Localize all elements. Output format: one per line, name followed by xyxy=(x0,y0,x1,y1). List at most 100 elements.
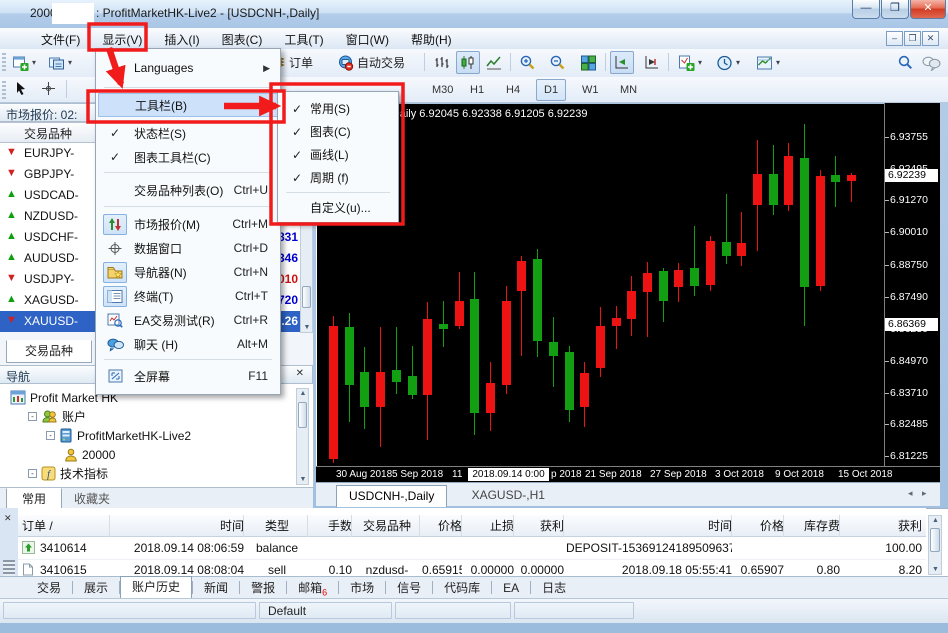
toolbar-handle[interactable] xyxy=(2,81,6,100)
column-header[interactable]: 类型 xyxy=(246,515,308,537)
scroll-thumb[interactable] xyxy=(298,402,307,428)
navigator-item-1[interactable]: -账户 xyxy=(28,407,86,426)
terminal-close-icon[interactable]: ✕ xyxy=(4,513,12,524)
chart-tab-1[interactable]: XAGUSD-,H1 xyxy=(460,485,557,506)
scroll-down-arrow[interactable]: ▼ xyxy=(930,566,941,573)
scroll-thumb[interactable] xyxy=(930,528,940,552)
window-minimize-button[interactable]: — xyxy=(852,0,880,19)
scroll-up-arrow[interactable]: ▲ xyxy=(298,390,308,397)
column-header[interactable]: 价格 xyxy=(422,515,462,537)
terminal-tab-3[interactable]: 新闻 xyxy=(193,578,239,598)
view-menu-item-13[interactable]: 聊天 (H)Alt+M xyxy=(98,332,278,356)
view-menu-item-4[interactable]: ✓图表工具栏(C) xyxy=(98,145,278,169)
terminal-tab-10[interactable]: 日志 xyxy=(531,578,577,598)
tab-scroll-right-icon[interactable]: ▸ xyxy=(922,488,927,499)
view-menu-item-2[interactable]: 工具栏(B) xyxy=(98,93,278,117)
column-header[interactable]: 库存费 xyxy=(786,515,840,537)
scroll-thumb[interactable] xyxy=(302,286,311,308)
terminal-tab-7[interactable]: 信号 xyxy=(386,578,432,598)
templates-button[interactable]: ▾ xyxy=(752,51,784,74)
menu-item-6[interactable]: 帮助(H) xyxy=(400,28,463,49)
toolbars-submenu-item-3[interactable]: ✓周期 (f) xyxy=(280,166,396,189)
menu-item-4[interactable]: 工具(T) xyxy=(273,28,334,49)
navigator-item-3[interactable]: 20000 xyxy=(64,445,115,464)
status-profile[interactable]: Default xyxy=(259,602,392,619)
view-menu-item-11[interactable]: 终端(T)Ctrl+T xyxy=(98,284,278,308)
new-chart-button[interactable]: ▾ xyxy=(8,51,40,74)
terminal-tab-8[interactable]: 代码库 xyxy=(433,578,491,598)
history-row-0[interactable]: 34106142018.09.14 08:06:59balanceDEPOSIT… xyxy=(18,537,926,560)
menu-item-2[interactable]: 插入(I) xyxy=(153,28,210,49)
line-chart-button[interactable] xyxy=(482,51,506,74)
menu-view[interactable]: 显示(V) xyxy=(91,28,153,49)
navigator-scrollbar[interactable]: ▲▼ xyxy=(296,388,309,485)
bar-chart-button[interactable] xyxy=(430,51,454,74)
view-menu-item-9[interactable]: 数据窗口Ctrl+D xyxy=(98,236,278,260)
window-close-button[interactable]: ✕ xyxy=(910,0,946,19)
zoom-out-button[interactable] xyxy=(545,51,569,74)
timeframe-w1-button[interactable]: W1 xyxy=(574,79,607,101)
column-header[interactable]: 止损 xyxy=(464,515,514,537)
navigator-item-2[interactable]: -ProfitMarketHK-Live2 xyxy=(46,426,191,445)
chart-plot-area[interactable] xyxy=(316,103,884,466)
toolbars-submenu-item-1[interactable]: ✓图表(C) xyxy=(280,120,396,143)
auto-scroll-button[interactable] xyxy=(610,51,634,74)
terminal-tab-0[interactable]: 交易 xyxy=(26,578,72,598)
chat-button[interactable] xyxy=(918,51,944,74)
zoom-in-button[interactable] xyxy=(515,51,539,74)
column-header[interactable]: 时间 xyxy=(566,515,732,537)
column-header[interactable]: 订单 / xyxy=(22,515,110,537)
menu-item-5[interactable]: 窗口(W) xyxy=(335,28,400,49)
mdi-minimize-button[interactable]: – xyxy=(886,31,903,46)
chart-shift-button[interactable] xyxy=(640,51,664,74)
view-menu-item-8[interactable]: 市场报价(M)Ctrl+M xyxy=(98,212,278,236)
tile-windows-button[interactable] xyxy=(575,51,601,74)
chart-tab-0[interactable]: USDCNH-,Daily xyxy=(336,485,447,507)
navigator-close-icon[interactable]: ✕ xyxy=(296,368,304,379)
tab-scroll-left-icon[interactable]: ◂ xyxy=(908,488,913,499)
navigator-item-4[interactable]: -f技术指标 xyxy=(28,464,108,483)
view-menu-item-12[interactable]: EA交易测试(R)Ctrl+R xyxy=(98,308,278,332)
view-menu-item-15[interactable]: 全屏幕F11 xyxy=(98,364,278,388)
terminal-tab-2[interactable]: 账户历史 xyxy=(120,576,192,598)
tree-expander[interactable]: - xyxy=(28,469,37,478)
view-menu-item-6[interactable]: 交易品种列表(O)Ctrl+U xyxy=(98,178,278,202)
toolbars-submenu-item-0[interactable]: ✓常用(S) xyxy=(280,97,396,120)
terminal-scrollbar[interactable]: ▲▼ xyxy=(928,515,942,575)
candlestick-button[interactable] xyxy=(456,51,480,74)
terminal-tab-6[interactable]: 市场 xyxy=(339,578,385,598)
tree-expander[interactable]: - xyxy=(46,431,55,440)
profiles-button[interactable]: ▾ xyxy=(44,51,76,74)
timeframe-m30-button[interactable]: M30 xyxy=(424,79,461,101)
column-header[interactable]: 交易品种 xyxy=(354,515,420,537)
column-header[interactable]: 获利 xyxy=(516,515,564,537)
toolbar-handle[interactable] xyxy=(2,53,6,72)
menu-item-0[interactable]: 文件(F) xyxy=(30,28,91,49)
terminal-tab-1[interactable]: 展示 xyxy=(73,578,119,598)
history-row-1[interactable]: 34106152018.09.14 08:08:04sell0.10nzdusd… xyxy=(18,559,926,576)
timeframe-h1-button[interactable]: H1 xyxy=(462,79,492,101)
market-watch-tab[interactable]: 交易品种 xyxy=(6,340,92,363)
timeframe-d1-button[interactable]: D1 xyxy=(536,79,566,101)
periods-button[interactable]: ▾ xyxy=(712,51,744,74)
search-button[interactable] xyxy=(894,51,916,74)
cursor-tool-button[interactable] xyxy=(8,78,32,99)
mdi-restore-button[interactable]: ❐ xyxy=(904,31,921,46)
window-restore-button[interactable]: ❐ xyxy=(881,0,909,19)
column-header[interactable]: 手数 xyxy=(310,515,352,537)
menu-item-3[interactable]: 图表(C) xyxy=(211,28,274,49)
mdi-close-button[interactable]: ✕ xyxy=(922,31,939,46)
tree-expander[interactable]: - xyxy=(28,412,37,421)
scroll-up-arrow[interactable]: ▲ xyxy=(930,517,941,524)
crosshair-tool-button[interactable] xyxy=(36,78,60,99)
indicators-button[interactable]: ▾ xyxy=(674,51,706,74)
toolbars-submenu-item-2[interactable]: ✓画线(L) xyxy=(280,143,396,166)
view-menu-item-10[interactable]: 导航器(N)Ctrl+N xyxy=(98,260,278,284)
scroll-down-arrow[interactable]: ▼ xyxy=(302,324,312,331)
toolbars-submenu-item-5[interactable]: 自定义(u)... xyxy=(280,196,396,219)
scroll-down-arrow[interactable]: ▼ xyxy=(298,476,308,483)
column-header[interactable]: 获利 xyxy=(842,515,922,537)
view-menu-item-3[interactable]: ✓状态栏(S) xyxy=(98,121,278,145)
terminal-tab-5[interactable]: 邮箱6 xyxy=(287,578,338,598)
terminal-tab-9[interactable]: EA xyxy=(492,578,530,598)
